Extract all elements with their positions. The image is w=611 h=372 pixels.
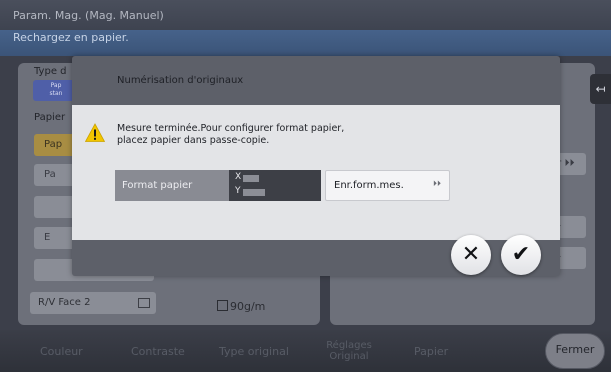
cancel-button[interactable]: ✕ — [451, 235, 491, 275]
paper-weight: 90g/m — [230, 300, 266, 313]
double-arrow-icon: ⏵⏵ — [433, 179, 441, 188]
value-y: Y — [235, 186, 241, 196]
register-size-button[interactable]: Enr.form.mes. — [325, 170, 450, 201]
close-button[interactable]: Fermer — [545, 333, 605, 369]
tab-couleur[interactable]: Couleur — [40, 345, 83, 358]
dialog-message: Mesure terminée.Pour configurer format p… — [117, 123, 344, 147]
message-text: Rechargez en papier. — [13, 31, 129, 44]
screen-title: Param. Mag. (Mag. Manuel) — [13, 9, 164, 22]
redacted-value-x — [243, 175, 259, 182]
paper-label: Papier — [34, 112, 66, 123]
checkbox-icon — [138, 298, 150, 308]
tab-reglages-original[interactable]: Réglages Original — [318, 340, 380, 362]
type-label: Type d — [34, 66, 67, 77]
message-line-1: Mesure terminée.Pour configurer format p… — [117, 123, 345, 134]
ok-button[interactable]: ✔ — [501, 235, 541, 275]
tab-contraste[interactable]: Contraste — [131, 345, 185, 358]
tab-papier[interactable]: Papier — [414, 345, 448, 358]
format-paper-label: Format papier — [115, 170, 229, 201]
warning-icon — [85, 123, 105, 142]
back-arrow-icon[interactable]: ↤ — [590, 74, 611, 104]
value-x: X — [235, 172, 242, 182]
message-line-2: placez papier dans passe-copie. — [117, 135, 270, 146]
tab-type-original[interactable]: Type original — [219, 345, 289, 358]
bottom-tab-bar — [0, 330, 611, 372]
dialog-title: Numérisation d'originaux — [117, 75, 244, 86]
paper-weight-icon — [217, 300, 228, 311]
redacted-value-y — [243, 189, 265, 196]
